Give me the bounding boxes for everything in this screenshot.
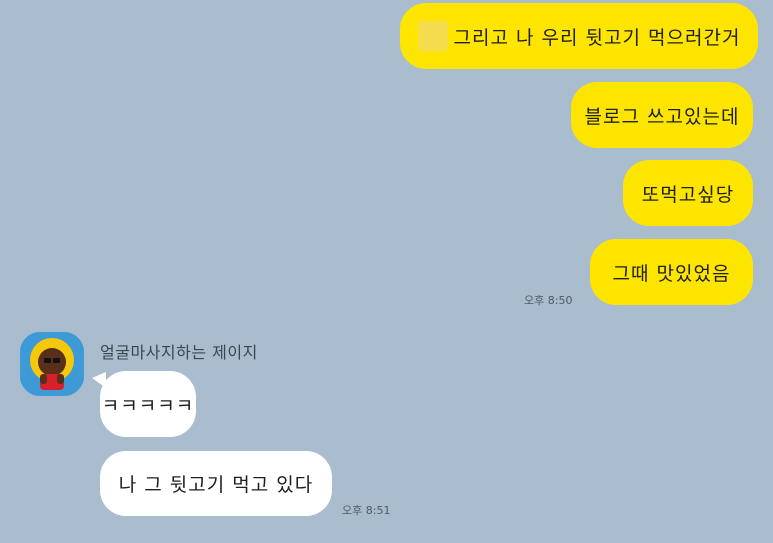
message-text: 또먹고싶당 (641, 183, 735, 206)
blurred-name-placeholder (417, 21, 448, 51)
message-text: 그때 맛있었음 (612, 262, 731, 285)
my-message-bubble[interactable]: 그리고 나 우리 뒷고기 먹으러간거 (400, 3, 758, 69)
message-text: 블로그 쓰고있는데 (584, 105, 740, 128)
sender-name: 얼굴마사지하는 제이지 (100, 343, 258, 362)
my-message-bubble[interactable]: 블로그 쓰고있는데 (571, 82, 753, 148)
friend-message-bubble[interactable]: 나 그 뒷고기 먹고 있다 (100, 451, 332, 516)
message-timestamp: 오후 8:51 (342, 504, 391, 517)
message-text: 그리고 나 우리 뒷고기 먹으러간거 (453, 26, 741, 49)
my-message-bubble[interactable]: 또먹고싶당 (623, 160, 753, 226)
message-text: 나 그 뒷고기 먹고 있다 (118, 474, 314, 496)
message-timestamp: 오후 8:50 (524, 294, 573, 307)
friend-message-bubble[interactable]: ㅋㅋㅋㅋㅋ (100, 371, 196, 437)
my-message-bubble[interactable]: 그때 맛있었음 (590, 239, 753, 305)
message-text: ㅋㅋㅋㅋㅋ (101, 394, 195, 417)
friend-avatar[interactable] (20, 332, 84, 396)
character-avatar-icon (20, 332, 84, 396)
